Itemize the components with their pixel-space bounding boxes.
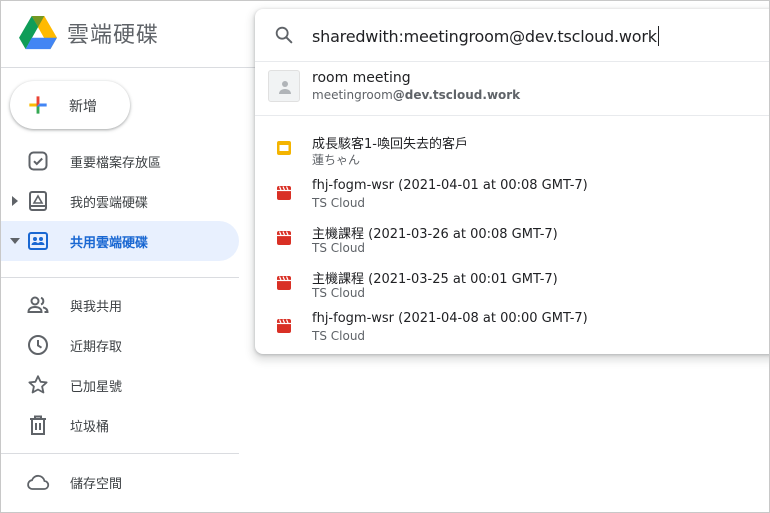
search-bar[interactable]: sharedwith:meetingroom@dev.tscloud.work (255, 9, 769, 61)
search-result-item[interactable]: 主機課程 (2021-03-25 at 00:01 GMT-7) TS Clou… (255, 268, 769, 308)
app-title: 雲端硬碟 (67, 23, 160, 48)
search-icon[interactable] (273, 24, 295, 46)
email-domain: @dev.tscloud.work (392, 88, 521, 102)
clock-icon (28, 335, 48, 355)
shared-drives-icon (28, 232, 48, 250)
sidebar-item-label: 重要檔案存放區 (70, 156, 162, 171)
sidebar-item-label: 我的雲端硬碟 (70, 196, 149, 211)
sidebar-item-label: 儲存空間 (70, 477, 123, 492)
result-title: fhj-fogm-wsr (2021-04-08 at 00:00 GMT-7) (312, 311, 588, 326)
cloud-icon (27, 474, 50, 490)
person-name: room meeting (312, 70, 411, 86)
sidebar-item-my-drive[interactable]: 我的雲端硬碟 (1, 181, 239, 221)
nav-divider (1, 277, 239, 278)
sidebar-item-recent[interactable]: 近期存取 (1, 325, 239, 365)
drive-window: 雲端硬碟 新增 重要檔案存放區 我的雲端硬碟 共用雲端硬碟 與我共用 近期存取 … (0, 0, 770, 513)
sidebar-item-priority[interactable]: 重要檔案存放區 (1, 141, 239, 181)
result-owner: TS Cloud (312, 286, 366, 300)
star-icon (28, 375, 48, 394)
sidebar-item-label: 近期存取 (70, 340, 123, 355)
plus-icon (29, 96, 47, 114)
search-panel: sharedwith:meetingroom@dev.tscloud.work … (255, 9, 769, 354)
video-icon (277, 231, 291, 245)
result-title: 成長駭客1-喚回失去的客戶 (312, 137, 468, 152)
search-divider (255, 115, 769, 116)
caret-down-icon[interactable] (9, 236, 21, 246)
search-query-text: sharedwith:meetingroom@dev.tscloud.work (312, 27, 657, 46)
text-cursor (657, 26, 659, 46)
people-icon (27, 296, 49, 313)
search-result-item[interactable]: 主機課程 (2021-03-26 at 00:08 GMT-7) TS Clou… (255, 223, 769, 263)
priority-check-icon (28, 151, 48, 171)
video-icon (277, 319, 291, 333)
email-user: meetingroom (312, 88, 393, 102)
sidebar-item-shared-with-me[interactable]: 與我共用 (1, 285, 239, 325)
person-email: meetingroom@dev.tscloud.work (312, 88, 520, 102)
drive-logo[interactable]: 雲端硬碟 (19, 16, 159, 50)
search-divider (255, 61, 769, 62)
avatar (268, 70, 300, 102)
sidebar-item-label: 已加星號 (70, 380, 123, 395)
new-button-label: 新增 (69, 99, 97, 115)
result-title: 主機課程 (2021-03-25 at 00:01 GMT-7) (312, 272, 558, 287)
caret-right-icon[interactable] (10, 195, 20, 207)
search-result-item[interactable]: fhj-fogm-wsr (2021-04-08 at 00:00 GMT-7)… (255, 311, 769, 351)
result-owner: TS Cloud (312, 241, 366, 255)
result-owner: TS Cloud (312, 196, 366, 210)
my-drive-icon (29, 191, 47, 211)
google-drive-logo-icon (19, 16, 57, 50)
search-input[interactable]: sharedwith:meetingroom@dev.tscloud.work (312, 26, 659, 46)
search-result-item[interactable]: fhj-fogm-wsr (2021-04-01 at 00:08 GMT-7)… (255, 178, 769, 218)
new-button[interactable]: 新增 (10, 81, 130, 129)
result-owner: 蓮ちゃん (312, 153, 361, 167)
person-icon (279, 81, 291, 94)
trash-icon (30, 415, 46, 435)
sidebar-item-label: 與我共用 (70, 300, 123, 315)
sidebar-item-label: 垃圾桶 (70, 420, 110, 435)
sidebar-item-shared-drives[interactable]: 共用雲端硬碟 (1, 221, 239, 261)
sidebar-item-storage[interactable]: 儲存空間 (1, 462, 239, 502)
sidebar-item-starred[interactable]: 已加星號 (1, 365, 239, 405)
result-owner: TS Cloud (312, 329, 366, 343)
slides-icon (277, 141, 291, 155)
header-divider (1, 67, 255, 68)
sidebar-item-label: 共用雲端硬碟 (70, 236, 149, 251)
sidebar-item-trash[interactable]: 垃圾桶 (1, 405, 239, 445)
result-title: 主機課程 (2021-03-26 at 00:08 GMT-7) (312, 227, 558, 242)
video-icon (277, 186, 291, 200)
result-title: fhj-fogm-wsr (2021-04-01 at 00:08 GMT-7) (312, 178, 588, 193)
nav-divider (1, 453, 239, 454)
video-icon (277, 276, 291, 290)
search-result-item[interactable]: 成長駭客1-喚回失去的客戶 蓮ちゃん (255, 133, 769, 173)
